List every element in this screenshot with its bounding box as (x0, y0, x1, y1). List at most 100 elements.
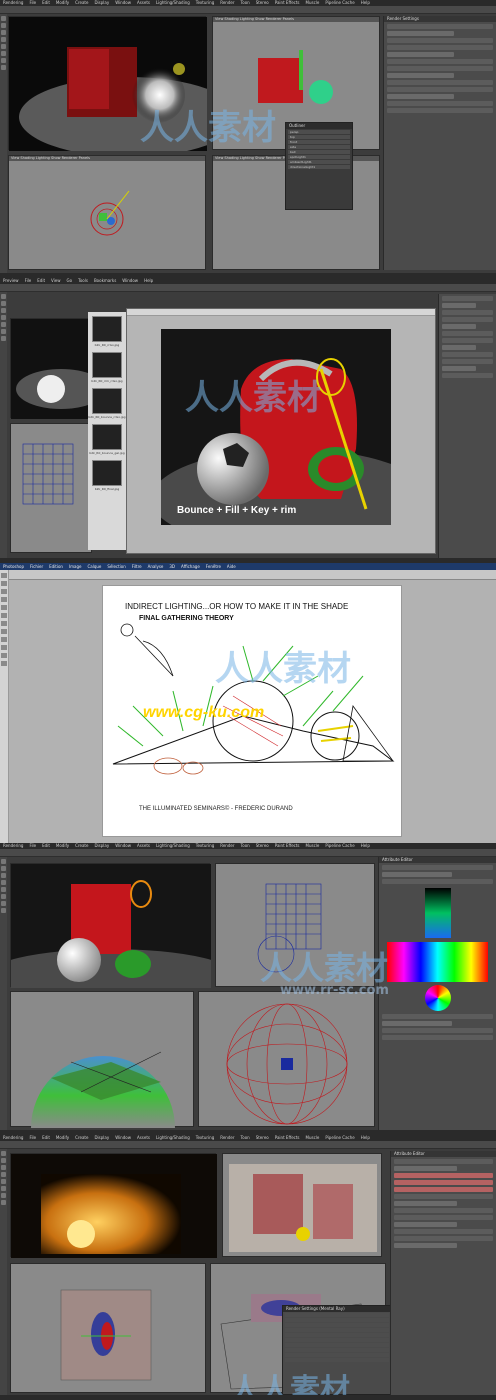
attr-row[interactable] (387, 66, 493, 71)
outliner-item[interactable]: side (288, 145, 350, 149)
menu-item[interactable]: Edit (37, 278, 45, 283)
scale-row[interactable] (394, 1187, 493, 1192)
menu-item[interactable]: Toon (241, 1135, 250, 1140)
attr-row[interactable] (387, 108, 493, 113)
menu-item[interactable]: View (51, 278, 61, 283)
menu-item[interactable]: Assets (137, 843, 150, 848)
menu-item[interactable]: Texturing (196, 843, 214, 848)
menu-item[interactable]: Create (75, 1135, 88, 1140)
menu-item[interactable]: Render (220, 843, 234, 848)
menu-item[interactable]: Edit (42, 0, 50, 5)
menu-item[interactable]: Render (220, 0, 234, 5)
outliner-item[interactable]: persp (288, 130, 350, 134)
menu-item[interactable]: Create (75, 0, 88, 5)
render-view-4[interactable] (0, 863, 241, 1009)
menu-item[interactable]: Modify (56, 843, 69, 848)
menu-item[interactable]: Analyse (148, 564, 164, 569)
menu-item[interactable]: Display (94, 0, 109, 5)
menu-item[interactable]: Paint Effects (275, 0, 300, 5)
menu-item[interactable]: Edition (49, 564, 63, 569)
toolbox-5[interactable] (0, 1149, 7, 1400)
menu-item[interactable]: Modify (56, 0, 69, 5)
attribute-editor-1[interactable]: Render Settings (383, 16, 496, 270)
menu-item[interactable]: Affichage (181, 564, 200, 569)
menu-item[interactable]: Fenêtre (206, 564, 221, 569)
menu-item[interactable]: Fichier (30, 564, 43, 569)
attr-row[interactable] (387, 45, 493, 50)
thumbnail[interactable]: b2k_R0_bounce_rrGo.jpg (88, 388, 126, 420)
color-chooser[interactable] (387, 942, 488, 982)
outliner-item[interactable]: ambientLight1 (288, 160, 350, 164)
toolbox-2[interactable] (0, 292, 7, 563)
photoshop-toolbar[interactable] (0, 570, 9, 843)
menu-item[interactable]: Go (67, 278, 73, 283)
render-view-2[interactable] (10, 318, 106, 419)
thumbnail[interactable]: b2k_R0_final.jpg (88, 460, 126, 492)
menu-item[interactable]: Lighting/Shading (156, 843, 190, 848)
shelf-1[interactable] (0, 6, 496, 14)
outliner-window[interactable]: Outliner persp top front side ball spotLight1… (285, 122, 353, 210)
preview-titlebar[interactable] (127, 309, 435, 316)
menu-item[interactable]: Pipeline Cache (325, 843, 354, 848)
menu-item[interactable]: Lighting/Shading (156, 1135, 190, 1140)
translate-row[interactable] (394, 1173, 493, 1178)
menu-item[interactable]: Help (361, 0, 370, 5)
attribute-editor-2[interactable] (438, 294, 496, 558)
menu-item[interactable]: Stereo (256, 1135, 269, 1140)
viewport-persp-5[interactable] (10, 1263, 206, 1393)
menu-item[interactable]: Rendering (3, 0, 23, 5)
menu-item[interactable]: Lighting/Shading (156, 0, 190, 5)
thumbnail[interactable]: b2k_R0_rim_rrGo.jpg (88, 352, 126, 384)
attribute-editor-4[interactable]: Attribute Editor (378, 857, 496, 1135)
menu-item[interactable]: File (29, 0, 36, 5)
viewport-wire-2[interactable] (10, 423, 92, 553)
menu-item[interactable]: Create (75, 843, 88, 848)
outliner-item[interactable]: ball (288, 150, 350, 154)
menu-item[interactable]: Assets (137, 1135, 150, 1140)
menu-item[interactable]: Image (69, 564, 82, 569)
attr-row[interactable] (387, 31, 455, 36)
menu-item[interactable]: Texturing (196, 0, 214, 5)
ramp-swatch[interactable] (424, 888, 451, 938)
menu-item[interactable]: File (29, 1135, 36, 1140)
menu-item[interactable]: Rendering (3, 843, 23, 848)
preview-window[interactable]: Bounce + Fill + Key + rim (126, 308, 436, 554)
menu-item[interactable]: Stereo (256, 0, 269, 5)
outliner-item[interactable]: spotLight1 (288, 155, 350, 159)
menu-item[interactable]: Muscle (306, 0, 320, 5)
menu-item[interactable]: Muscle (306, 843, 320, 848)
attr-row[interactable] (387, 52, 455, 57)
menu-item[interactable]: Tools (78, 278, 88, 283)
menu-item[interactable]: Toon (241, 843, 250, 848)
attr-row[interactable] (387, 94, 455, 99)
menu-item[interactable]: Window (115, 843, 131, 848)
menu-item[interactable]: Pipeline Cache (325, 1135, 354, 1140)
render-view-1[interactable] (8, 16, 239, 157)
menu-item[interactable]: Window (122, 278, 138, 283)
outliner-item[interactable]: directionalLight1 (288, 165, 350, 169)
menu-item[interactable]: Render (220, 1135, 234, 1140)
attribute-editor-5[interactable]: Attribute Editor (390, 1151, 496, 1400)
color-wheel[interactable] (424, 985, 451, 1011)
menu-item[interactable]: File (25, 278, 32, 283)
viewport-sphere-4[interactable] (198, 991, 375, 1127)
menu-item[interactable]: Photoshop (3, 564, 24, 569)
outliner-item[interactable]: top (288, 135, 350, 139)
viewport-top-1[interactable]: View Shading Lighting Show Renderer Pane… (8, 155, 206, 270)
menu-item[interactable]: Edit (42, 843, 50, 848)
menu-item[interactable]: Sélection (107, 564, 125, 569)
menu-item[interactable]: Rendering (3, 1135, 23, 1140)
menu-item[interactable]: Toon (241, 0, 250, 5)
menu-item[interactable]: Texturing (196, 1135, 214, 1140)
menu-item[interactable]: Modify (56, 1135, 69, 1140)
thumbnail[interactable]: b2k_R0_rrGo.jpg (88, 316, 126, 348)
menu-item[interactable]: Paint Effects (275, 843, 300, 848)
menu-item[interactable]: Pipeline Cache (325, 0, 354, 5)
attr-row[interactable] (387, 87, 493, 92)
photoshop-options-bar[interactable] (9, 570, 496, 580)
thumbnail[interactable]: b2k_R0_bounce_gel.jpg (88, 424, 126, 456)
menu-item[interactable]: Edit (42, 1135, 50, 1140)
menu-item[interactable]: Bookmarks (94, 278, 116, 283)
menu-item[interactable]: Help (361, 843, 370, 848)
menu-item[interactable]: 3D (169, 564, 175, 569)
